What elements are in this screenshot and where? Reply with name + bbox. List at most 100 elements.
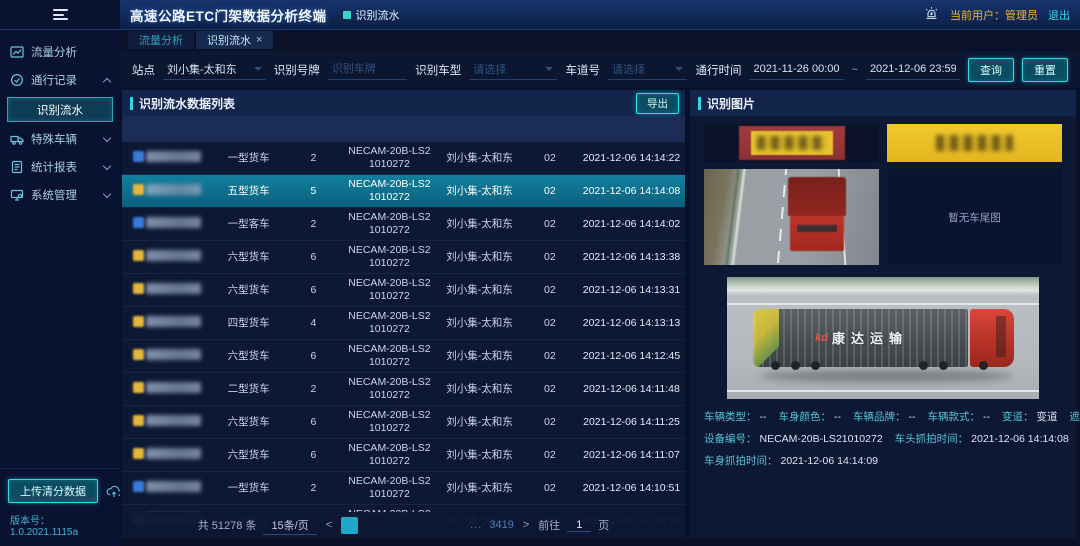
goto-page-input[interactable] (567, 519, 591, 532)
station-filter-label: 站点 (132, 62, 155, 78)
station-cell: 刘小集-太和东 (437, 152, 521, 165)
table-row[interactable]: 一型客车 2 NECAM-20B-LS21010272 刘小集-太和东 02 2… (122, 208, 685, 241)
road-gantry-photo[interactable] (704, 169, 879, 265)
plate-cell (122, 448, 212, 463)
time-from-input[interactable] (753, 63, 839, 75)
station-cell: 刘小集-太和东 (437, 482, 521, 495)
table-row[interactable]: 六型货车 6 NECAM-20B-LS21010272 刘小集-太和东 02 2… (122, 241, 685, 274)
top-header: 高速公路ETC门架数据分析终端 识别流水 当前用户：管理员 退出 (0, 0, 1080, 30)
images-panel-header: 识别图片 (690, 90, 1076, 116)
plate-color-square (133, 316, 144, 327)
lane-select[interactable]: 请选择 (608, 60, 687, 80)
tab-close-icon[interactable]: × (256, 34, 262, 46)
detail-label: 变道： (1002, 411, 1034, 423)
sidebar-item[interactable]: 统计报表 (0, 153, 120, 181)
time-cell: 2021-12-06 14:11:48 (578, 383, 685, 396)
page-number[interactable] (362, 517, 379, 534)
page-unit-label: 页 (598, 517, 609, 533)
station-cell: 刘小集-太和东 (437, 185, 521, 198)
upload-clearing-data-button[interactable]: 上传清分数据 (8, 479, 98, 503)
query-button[interactable]: 查询 (968, 58, 1014, 82)
tab[interactable]: 识别流水 × (196, 31, 273, 49)
no-rear-image-placeholder: 暂无车尾图 (887, 169, 1062, 265)
plate-color-square (133, 184, 144, 195)
tab[interactable]: 流量分析 (128, 31, 194, 49)
logout-link[interactable]: 退出 (1048, 7, 1070, 23)
lane-cell: 02 (522, 350, 578, 363)
sidebar-item-icon (10, 45, 24, 59)
page-size-select[interactable]: 15条/页 (263, 516, 316, 535)
sidebar-item[interactable]: 通行记录 (0, 66, 120, 94)
vehicle-details: 车辆类型：--车身颜色：--车辆品牌：--车辆款式：--变道：变道遮挡：正常 设… (690, 399, 1076, 468)
axles-cell: 5 (285, 185, 341, 198)
sidebar-item[interactable]: 识别流水 (7, 97, 113, 122)
time-cell: 2021-12-06 14:14:08 (578, 185, 685, 198)
time-filter-label: 通行时间 (695, 62, 741, 78)
next-page-button[interactable]: > (521, 519, 531, 531)
device-cell: NECAM-20B-LS21010272 (342, 211, 438, 236)
recognition-images-panel: 识别图片 (690, 90, 1076, 538)
last-page-number[interactable]: 3419 (489, 517, 513, 534)
blurred-plate (133, 250, 201, 261)
page-numbers (341, 517, 463, 534)
truck-cab (970, 309, 1014, 368)
no-rear-text: 暂无车尾图 (948, 210, 1001, 225)
table-row[interactable]: 六型货车 6 NECAM-20B-LS21010272 刘小集-太和东 02 2… (122, 340, 685, 373)
page-number[interactable] (404, 517, 421, 534)
table-row[interactable]: 六型货车 6 NECAM-20B-LS21010272 刘小集-太和东 02 2… (122, 439, 685, 472)
page-number[interactable] (341, 517, 358, 534)
plate-color-square (133, 283, 144, 294)
sidebar-item[interactable]: 系统管理 (0, 181, 120, 209)
sidebar-item-label: 统计报表 (31, 159, 77, 175)
vehicle-type-select[interactable]: 请选择 (469, 60, 557, 80)
table-row[interactable]: 六型货车 6 NECAM-20B-LS21010272 刘小集-太和东 02 2… (122, 274, 685, 307)
plate-filter-input[interactable] (332, 63, 403, 75)
lane-placeholder: 请选择 (612, 61, 645, 77)
page-number[interactable] (446, 517, 463, 534)
table-row[interactable]: 一型货车 2 NECAM-20B-LS21010272 刘小集-太和东 02 2… (122, 472, 685, 505)
plate-cell (122, 184, 212, 199)
table-row[interactable]: 二型货车 2 NECAM-20B-LS21010272 刘小集-太和东 02 2… (122, 373, 685, 406)
table-panel-title: 识别流水数据列表 (139, 95, 235, 112)
device-cell: NECAM-20B-LS21010272 (342, 244, 438, 269)
table-row[interactable]: 一型货车 2 NECAM-20B-LS21010272 刘小集-太和东 02 2… (122, 142, 685, 175)
station-cell: 刘小集-太和东 (437, 350, 521, 363)
station-cell: 刘小集-太和东 (437, 449, 521, 462)
export-button[interactable]: 导出 (636, 93, 679, 114)
table-row[interactable]: 五型货车 5 NECAM-20B-LS21010272 刘小集-太和东 02 2… (122, 175, 685, 208)
sidebar-item[interactable]: 流量分析 (0, 38, 120, 66)
plate-photo[interactable] (887, 124, 1062, 162)
table-row[interactable]: 四型货车 4 NECAM-20B-LS21010272 刘小集-太和东 02 2… (122, 307, 685, 340)
vehicle-body-photo[interactable]: kd 康达运输 (727, 277, 1039, 399)
images-grid: 暂无车尾图 kd 康达运输 (690, 116, 1076, 399)
sidebar-item[interactable]: 特殊车辆 (0, 125, 120, 153)
plate-blur-bar (146, 481, 201, 492)
reset-button[interactable]: 重置 (1022, 58, 1068, 82)
trailer-logo: kd (815, 332, 828, 344)
plate-blur-bar (146, 349, 201, 360)
time-cell: 2021-12-06 14:12:45 (578, 350, 685, 363)
detail-label: 设备编号： (704, 433, 757, 445)
truck-trailer: kd 康达运输 (755, 309, 968, 368)
detail-value: 变道 (1037, 411, 1058, 423)
time-to-input[interactable] (870, 63, 956, 75)
lane-filter-label: 车道号 (565, 62, 600, 78)
vehicle-type-cell: 六型货车 (212, 251, 285, 264)
prev-page-button[interactable]: < (324, 519, 334, 531)
vehicle-type-cell: 五型货车 (212, 185, 285, 198)
menu-collapse-icon[interactable] (53, 7, 68, 23)
breadcrumb: 识别流水 (343, 7, 400, 23)
plate-blur-bar (146, 382, 201, 393)
yellow-plate-crop (887, 124, 1062, 162)
alarm-icon[interactable] (923, 6, 940, 23)
vehicle-head-plate-photo[interactable] (704, 124, 879, 162)
station-select[interactable]: 刘小集-太和东 (163, 60, 266, 80)
table-row[interactable]: 六型货车 6 NECAM-20B-LS21010272 刘小集-太和东 02 2… (122, 406, 685, 439)
page-number[interactable] (425, 517, 442, 534)
breadcrumb-label: 识别流水 (356, 7, 400, 23)
chevron-down-icon (545, 67, 553, 71)
sidebar-item-label: 识别流水 (37, 102, 83, 118)
detail-item: 遮挡：正常 (1070, 409, 1080, 424)
chevron-down-icon (254, 67, 262, 71)
page-number[interactable] (383, 517, 400, 534)
